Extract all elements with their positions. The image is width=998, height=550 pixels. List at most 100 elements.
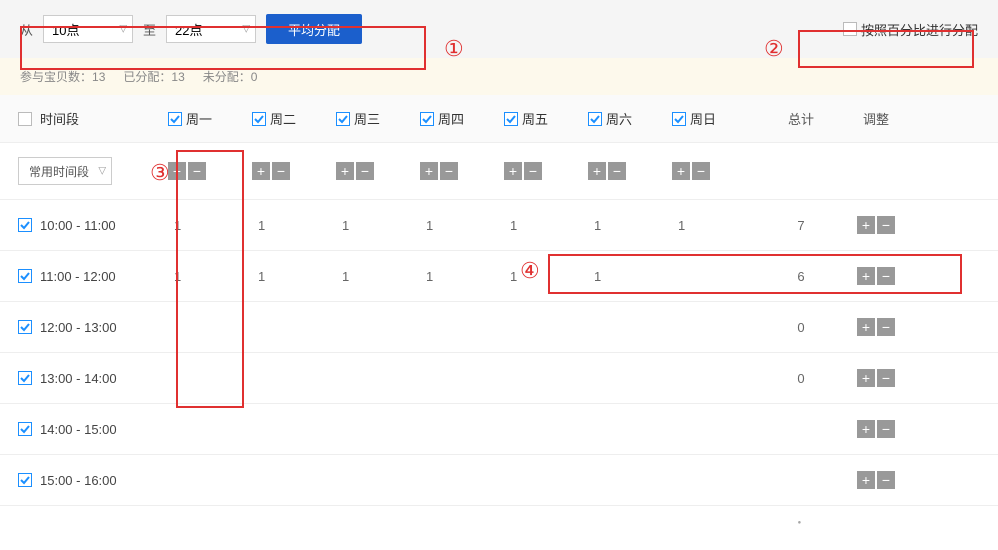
stat-total: 参与宝贝数：13 [20, 68, 105, 85]
plus-button[interactable]: + [857, 420, 875, 438]
plus-button[interactable]: + [168, 162, 186, 180]
row-checkbox[interactable] [18, 371, 32, 385]
row-checkbox[interactable] [18, 422, 32, 436]
common-time-cell: 常用时间段 ▽ [18, 157, 168, 185]
time-range-label: 14:00 - 15:00 [40, 422, 117, 437]
day-checkbox[interactable] [504, 112, 518, 126]
day-label: 周二 [270, 109, 296, 128]
minus-button[interactable]: − [524, 162, 542, 180]
data-rows: 10:00 - 11:0011111117+−11:00 - 12:001111… [0, 200, 998, 506]
plus-button[interactable]: + [857, 318, 875, 336]
time-cell: 13:00 - 14:00 [18, 371, 168, 386]
plus-button[interactable]: + [857, 471, 875, 489]
minus-button[interactable]: − [692, 162, 710, 180]
row-total: 0 [756, 320, 846, 335]
row-total: 7 [756, 218, 846, 233]
cell-value: 1 [336, 218, 420, 233]
minus-button[interactable]: − [188, 162, 206, 180]
row-checkbox[interactable] [18, 473, 32, 487]
day-label: 周五 [522, 109, 548, 128]
time-cell: 15:00 - 16:00 [18, 473, 168, 488]
minus-button[interactable]: − [877, 318, 895, 336]
watermark: 庙小鱼 电商卖家助手 dianxiaoyu.com [779, 505, 986, 542]
select-all-checkbox[interactable] [18, 112, 32, 126]
minus-button[interactable]: − [440, 162, 458, 180]
minus-button[interactable]: − [877, 216, 895, 234]
percent-distribution-checkbox[interactable]: 按照百分比进行分配 [843, 20, 978, 39]
header-total: 总计 [756, 109, 846, 128]
from-time-input[interactable] [43, 15, 133, 43]
row-total: 0 [756, 371, 846, 386]
time-cell: 11:00 - 12:00 [18, 269, 168, 284]
minus-button[interactable]: − [877, 471, 895, 489]
minus-button[interactable]: − [877, 420, 895, 438]
plus-button[interactable]: + [672, 162, 690, 180]
watermark-main: 庙小鱼 [821, 505, 902, 542]
plus-button[interactable]: + [420, 162, 438, 180]
minus-button[interactable]: − [608, 162, 626, 180]
tool-day-2: +− [336, 162, 420, 180]
cell-value [672, 269, 756, 284]
header-day-4: 周五 [504, 109, 588, 128]
row-adjust: +− [846, 318, 906, 336]
tool-day-6: +− [672, 162, 756, 180]
day-checkbox[interactable] [588, 112, 602, 126]
plus-button[interactable]: + [504, 162, 522, 180]
plus-button[interactable]: + [588, 162, 606, 180]
plus-button[interactable]: + [857, 369, 875, 387]
cell-value: 1 [420, 218, 504, 233]
cell-value: 1 [168, 218, 252, 233]
plus-button[interactable]: + [857, 267, 875, 285]
from-time-select[interactable]: ▽ [43, 15, 133, 43]
tool-row: 常用时间段 ▽ +−+−+−+−+−+−+− [0, 143, 998, 200]
day-checkbox[interactable] [336, 112, 350, 126]
cell-value: 1 [672, 218, 756, 233]
cell-value: 1 [504, 269, 588, 284]
day-headers: 周一周二周三周四周五周六周日 [168, 109, 756, 128]
plus-button[interactable]: + [336, 162, 354, 180]
minus-button[interactable]: − [356, 162, 374, 180]
to-time-input[interactable] [166, 15, 256, 43]
to-time-select[interactable]: ▽ [166, 15, 256, 43]
cell-value: 1 [504, 218, 588, 233]
time-cell: 10:00 - 11:00 [18, 218, 168, 233]
day-checkbox[interactable] [252, 112, 266, 126]
row-checkbox[interactable] [18, 320, 32, 334]
day-checkbox[interactable] [420, 112, 434, 126]
watermark-sub1: 电商卖家助手 [910, 510, 986, 523]
day-checkbox[interactable] [672, 112, 686, 126]
minus-button[interactable]: − [877, 369, 895, 387]
header-day-3: 周四 [420, 109, 504, 128]
from-label: 从 [20, 20, 33, 39]
time-range-label: 13:00 - 14:00 [40, 371, 117, 386]
row-adjust: +− [846, 267, 906, 285]
common-time-select[interactable]: 常用时间段 ▽ [18, 157, 112, 185]
time-range-controls: 从 ▽ 至 ▽ 平均分配 [20, 14, 362, 44]
time-range-label: 12:00 - 13:00 [40, 320, 117, 335]
row-total: 6 [756, 269, 846, 284]
checkbox-box [843, 22, 857, 36]
header-day-1: 周二 [252, 109, 336, 128]
row-adjust: +− [846, 216, 906, 234]
header-day-6: 周日 [672, 109, 756, 128]
stats-bar: 参与宝贝数：13 已分配：13 未分配：0 [0, 58, 998, 95]
plus-button[interactable]: + [252, 162, 270, 180]
row-checkbox[interactable] [18, 218, 32, 232]
watermark-sub2: dianxiaoyu.com [910, 524, 986, 537]
table-row: 13:00 - 14:000+− [0, 353, 998, 404]
tool-day-3: +− [420, 162, 504, 180]
row-adjust: +− [846, 369, 906, 387]
day-checkbox[interactable] [168, 112, 182, 126]
distribute-button[interactable]: 平均分配 [266, 14, 362, 44]
plus-button[interactable]: + [857, 216, 875, 234]
tool-day-4: +− [504, 162, 588, 180]
minus-button[interactable]: − [877, 267, 895, 285]
stat-unallocated: 未分配：0 [203, 68, 258, 85]
table-row: 12:00 - 13:000+− [0, 302, 998, 353]
table-row: 15:00 - 16:00 +− [0, 455, 998, 506]
minus-button[interactable]: − [272, 162, 290, 180]
day-label: 周一 [186, 109, 212, 128]
row-checkbox[interactable] [18, 269, 32, 283]
time-distribution-toolbar: 从 ▽ 至 ▽ 平均分配 按照百分比进行分配 [0, 0, 998, 58]
tool-day-1: +− [252, 162, 336, 180]
